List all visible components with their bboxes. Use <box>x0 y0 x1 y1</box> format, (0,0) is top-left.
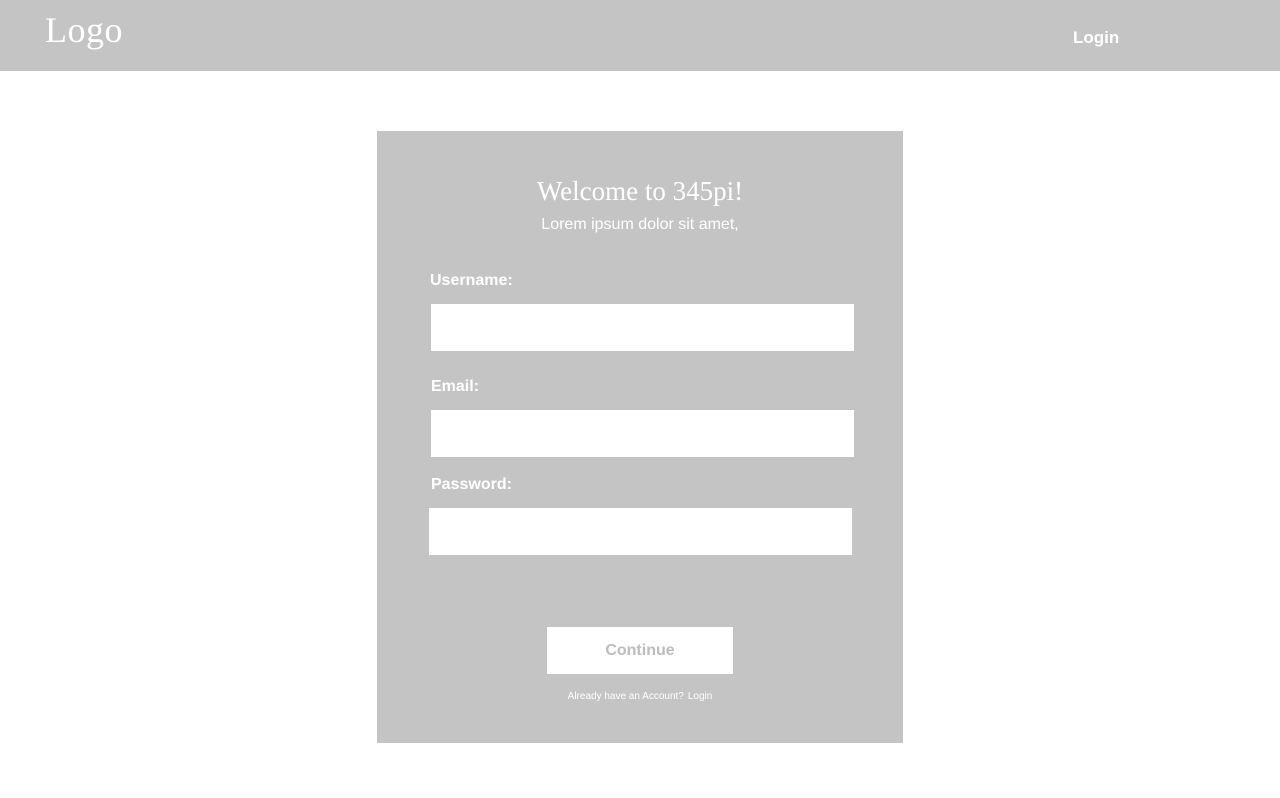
top-nav-bar: Logo Login <box>0 0 1280 71</box>
password-input[interactable] <box>429 508 852 555</box>
login-prompt: Already have an Account? Login <box>377 691 903 703</box>
welcome-title: Welcome to 345pi! <box>536 176 744 206</box>
email-input[interactable] <box>431 410 854 457</box>
signup-card: Welcome to 345pi! Lorem ipsum dolor sit … <box>377 131 903 743</box>
password-label: Password: <box>431 476 512 493</box>
footer-login-link[interactable]: Login <box>688 691 712 702</box>
logo[interactable]: Logo <box>45 8 123 52</box>
account-prompt-text: Already have an Account? <box>567 691 684 702</box>
username-input[interactable] <box>431 304 854 351</box>
username-label: Username: <box>430 272 513 289</box>
welcome-subtitle: Lorem ipsum dolor sit amet, <box>541 216 739 233</box>
email-label: Email: <box>431 378 480 395</box>
nav-login-link[interactable]: Login <box>1073 28 1119 48</box>
continue-button[interactable]: Continue <box>547 627 733 674</box>
